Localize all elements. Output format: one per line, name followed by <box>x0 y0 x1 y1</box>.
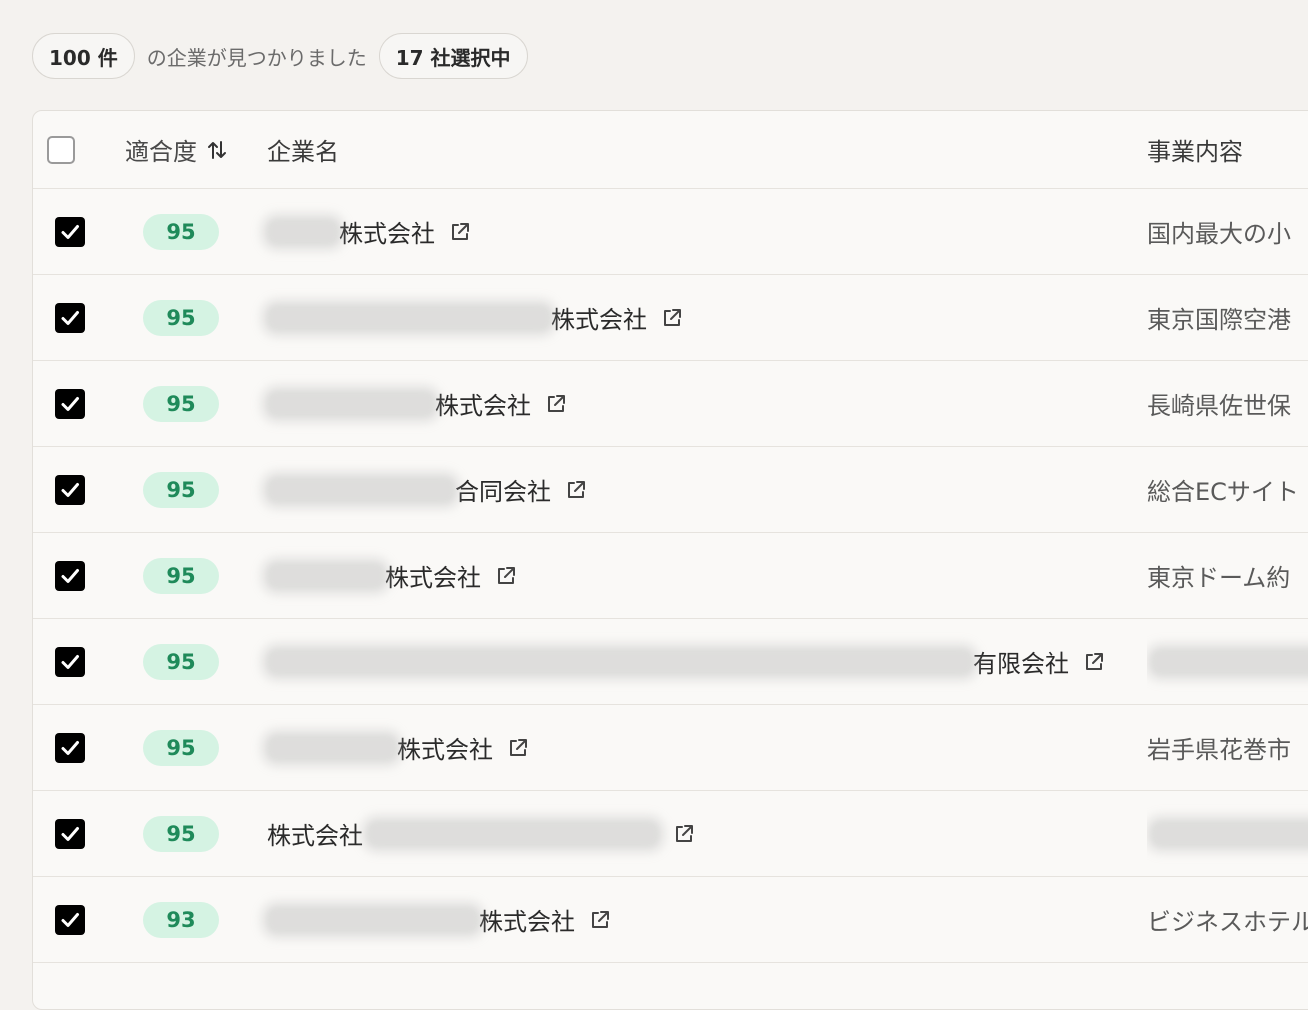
company-description: ビジネスホテル <box>1147 908 1308 936</box>
company-name[interactable]: 株式会社 <box>267 214 471 249</box>
score-header[interactable]: 適合度 <box>125 132 197 167</box>
table-row[interactable]: 95 株式会社 長崎県佐世保 <box>33 361 1308 447</box>
redacted-name <box>267 906 479 933</box>
selected-count-badge: 17 社選択中 <box>378 33 528 79</box>
score-badge: 95 <box>143 385 219 422</box>
redacted-name <box>267 476 455 503</box>
result-count-label: 100 件 <box>49 45 118 70</box>
row-checkbox[interactable] <box>55 474 85 505</box>
table-row[interactable]: 95 株式会社 <box>33 791 1308 877</box>
score-badge: 95 <box>143 643 219 680</box>
company-name-header: 企業名 <box>267 138 339 166</box>
company-name[interactable]: 有限会社 <box>267 644 1105 679</box>
company-name-suffix[interactable]: 株式会社 <box>479 902 575 937</box>
row-checkbox[interactable] <box>55 904 85 935</box>
results-summary: 100 件 の企業が見つかりました 17 社選択中 <box>32 32 528 80</box>
company-name[interactable]: 株式会社 <box>267 386 567 421</box>
company-name-suffix[interactable]: 株式会社 <box>435 386 531 421</box>
company-description: 総合ECサイト <box>1147 478 1299 506</box>
redacted-name <box>267 304 551 331</box>
company-name[interactable]: 株式会社 <box>267 300 683 335</box>
row-checkbox[interactable] <box>55 388 85 419</box>
check-icon <box>61 224 79 239</box>
table-row[interactable]: 95 合同会社 総合ECサイト <box>33 447 1308 533</box>
external-link-icon[interactable] <box>545 393 567 415</box>
score-badge: 95 <box>143 729 219 766</box>
header-desc-cell: 事業内容 <box>1147 111 1308 188</box>
company-name-suffix[interactable]: 株式会社 <box>339 214 435 249</box>
header-name-cell: 企業名 <box>267 111 1147 188</box>
company-name[interactable]: 株式会社 <box>267 558 517 593</box>
redacted-description <box>1151 648 1308 675</box>
company-description: 長崎県佐世保 <box>1147 392 1291 420</box>
row-checkbox[interactable] <box>55 732 85 763</box>
external-link-icon[interactable] <box>589 909 611 931</box>
company-name-suffix[interactable]: 有限会社 <box>973 644 1069 679</box>
company-name[interactable]: 株式会社 <box>267 816 695 851</box>
table-row[interactable]: 95 株式会社 東京ドーム約 <box>33 533 1308 619</box>
score-badge: 93 <box>143 901 219 938</box>
table-row[interactable]: 95 株式会社 国内最大の小 <box>33 189 1308 275</box>
external-link-icon[interactable] <box>565 479 587 501</box>
description-header: 事業内容 <box>1147 138 1243 166</box>
company-name-prefix[interactable]: 株式会社 <box>267 816 363 851</box>
check-icon <box>61 568 79 583</box>
table-row[interactable]: 93 株式会社 ビジネスホテル <box>33 877 1308 963</box>
table-row[interactable]: 95 株式会社 東京国際空港 <box>33 275 1308 361</box>
score-badge: 95 <box>143 815 219 852</box>
check-icon <box>61 740 79 755</box>
redacted-name <box>267 218 339 245</box>
redacted-name <box>267 390 435 417</box>
external-link-icon[interactable] <box>495 565 517 587</box>
external-link-icon[interactable] <box>507 737 529 759</box>
company-name[interactable]: 株式会社 <box>267 902 611 937</box>
company-name-suffix[interactable]: 株式会社 <box>385 558 481 593</box>
sort-arrows-icon[interactable] <box>207 139 227 161</box>
company-name-suffix[interactable]: 株式会社 <box>397 730 493 765</box>
company-name[interactable]: 株式会社 <box>267 730 529 765</box>
result-count-badge: 100 件 <box>32 33 135 79</box>
table-row[interactable]: 95 株式会社 岩手県花巻市 <box>33 705 1308 791</box>
row-checkbox[interactable] <box>55 216 85 247</box>
company-description: 東京国際空港 <box>1147 306 1291 334</box>
score-badge: 95 <box>143 557 219 594</box>
row-checkbox[interactable] <box>55 818 85 849</box>
check-icon <box>61 310 79 325</box>
company-description: 国内最大の小 <box>1147 220 1291 248</box>
company-description: 東京ドーム約 <box>1147 564 1291 592</box>
row-checkbox[interactable] <box>55 302 85 333</box>
check-icon <box>61 482 79 497</box>
check-icon <box>61 654 79 669</box>
score-badge: 95 <box>143 471 219 508</box>
company-name-suffix[interactable]: 合同会社 <box>455 472 551 507</box>
redacted-name <box>267 648 973 675</box>
header-check-cell <box>47 111 97 188</box>
table-header: 適合度 企業名 事業内容 <box>33 111 1308 189</box>
select-all-checkbox[interactable] <box>47 135 75 164</box>
external-link-icon[interactable] <box>661 307 683 329</box>
score-badge: 95 <box>143 213 219 250</box>
company-name-suffix[interactable]: 株式会社 <box>551 300 647 335</box>
selected-count-label: 17 社選択中 <box>395 45 511 70</box>
external-link-icon[interactable] <box>673 823 695 845</box>
row-checkbox[interactable] <box>55 646 85 677</box>
check-icon <box>61 912 79 927</box>
check-icon <box>61 396 79 411</box>
external-link-icon[interactable] <box>1083 651 1105 673</box>
company-table: 適合度 企業名 事業内容 95 株式会社 国内最大の小 95 株式会社 東京国際… <box>32 110 1308 1010</box>
header-score-cell[interactable]: 適合度 <box>125 111 255 188</box>
redacted-name <box>367 820 659 847</box>
redacted-name <box>267 734 397 761</box>
score-badge: 95 <box>143 299 219 336</box>
redacted-description <box>1151 820 1308 847</box>
check-icon <box>61 826 79 841</box>
external-link-icon[interactable] <box>449 221 471 243</box>
result-found-text: の企業が見つかりました <box>146 45 367 70</box>
table-row[interactable]: 95 有限会社 <box>33 619 1308 705</box>
company-description: 岩手県花巻市 <box>1147 736 1291 764</box>
redacted-name <box>267 562 385 589</box>
row-checkbox[interactable] <box>55 560 85 591</box>
company-name[interactable]: 合同会社 <box>267 472 587 507</box>
